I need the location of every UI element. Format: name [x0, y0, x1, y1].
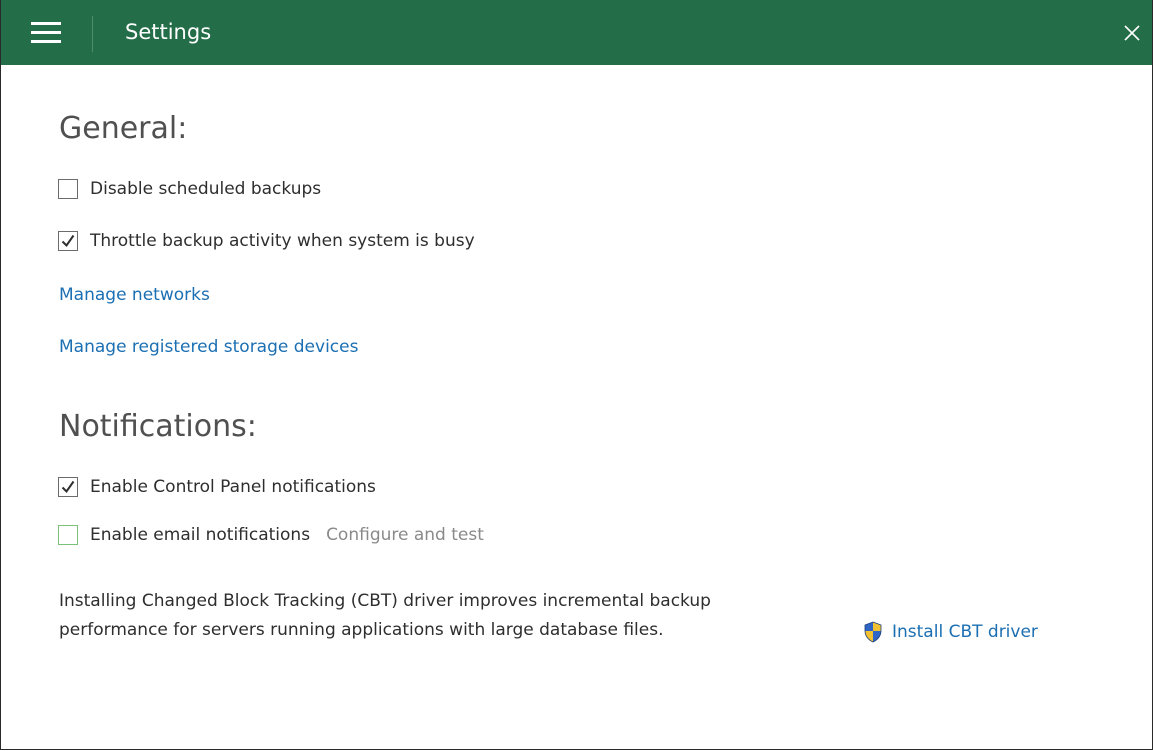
disable-scheduled-backups-label: Disable scheduled backups — [90, 179, 322, 199]
install-cbt-driver-link[interactable]: Install CBT driver — [863, 621, 1038, 643]
control-panel-notifications-label: Enable Control Panel notifications — [90, 477, 376, 497]
title-bar: Settings — [1, 0, 1152, 65]
checkmark-icon — [61, 480, 75, 494]
cbt-description: Installing Changed Block Tracking (CBT) … — [59, 591, 711, 640]
configure-and-test-link[interactable]: Configure and test — [326, 525, 484, 545]
checkmark-icon — [61, 234, 75, 248]
email-notifications-option[interactable]: Enable email notifications Configure and… — [58, 523, 484, 547]
control-panel-notifications-option[interactable]: Enable Control Panel notifications — [58, 475, 376, 499]
settings-content: General: Disable scheduled backups Throt… — [1, 65, 1152, 749]
hamburger-menu-icon[interactable] — [31, 22, 61, 44]
window-title: Settings — [125, 20, 212, 44]
throttle-backup-option[interactable]: Throttle backup activity when system is … — [58, 229, 475, 253]
throttle-backup-checkbox[interactable] — [58, 231, 78, 251]
install-cbt-driver-label: Install CBT driver — [892, 622, 1038, 642]
uac-shield-icon — [864, 621, 882, 643]
email-notifications-label: Enable email notifications — [90, 525, 311, 545]
email-notifications-checkbox[interactable] — [58, 525, 78, 545]
manage-networks-link[interactable]: Manage networks — [59, 285, 210, 305]
settings-window: Settings General: Disable scheduled back… — [0, 0, 1153, 750]
disable-scheduled-backups-option[interactable]: Disable scheduled backups — [58, 177, 321, 201]
control-panel-notifications-checkbox[interactable] — [58, 477, 78, 497]
throttle-backup-label: Throttle backup activity when system is … — [90, 231, 475, 251]
manage-storage-devices-link[interactable]: Manage registered storage devices — [59, 337, 358, 357]
close-icon[interactable] — [1120, 21, 1144, 45]
general-heading: General: — [59, 111, 188, 146]
disable-scheduled-backups-checkbox[interactable] — [58, 179, 78, 199]
notifications-heading: Notifications: — [59, 409, 257, 444]
title-separator — [92, 16, 93, 52]
